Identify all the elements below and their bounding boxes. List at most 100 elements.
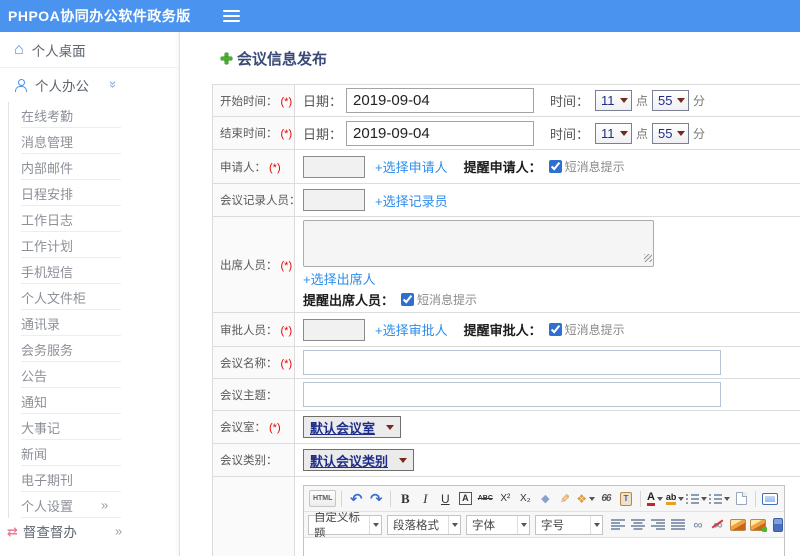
sidebar-item-supervision[interactable]: ⇄ 督查督办 » <box>0 518 179 544</box>
sidebar-item-news[interactable]: 新闻 <box>9 440 179 466</box>
align-right-button[interactable] <box>649 515 667 534</box>
sidebar-item-memorabilia[interactable]: 大事记 <box>9 414 179 440</box>
field-label: 会议名称： <box>220 357 278 370</box>
sidebar-item-notices[interactable]: 通知 <box>9 388 179 414</box>
approver-input[interactable] <box>303 318 365 341</box>
clear-format-icon[interactable]: ✎ <box>556 489 574 508</box>
meeting-name-input[interactable] <box>303 350 721 375</box>
unordered-list-button[interactable] <box>709 489 730 508</box>
end-hour-select[interactable]: 11 <box>595 122 633 144</box>
insert-image-button[interactable] <box>729 515 747 534</box>
align-justify-button[interactable] <box>669 515 687 534</box>
sidebar-item-work-log[interactable]: 工作日志 <box>9 206 179 232</box>
bold-button[interactable]: B <box>396 489 414 508</box>
remove-link-button[interactable]: ∞ <box>709 515 727 534</box>
sidebar-item-label: 个人设置 <box>21 498 74 514</box>
html-source-button[interactable]: HTML <box>309 490 337 507</box>
sidebar-item-contacts[interactable]: 通讯录 <box>9 310 179 336</box>
insert-link-button[interactable]: ∞ <box>689 515 707 534</box>
sidebar-item-personal-files[interactable]: 个人文件柜 <box>9 284 179 310</box>
sidebar-item-messages[interactable]: 消息管理 <box>9 128 179 154</box>
image-upload-icon <box>750 518 767 532</box>
meeting-category-value: 默认会议类别 <box>310 453 389 469</box>
end-minute-select[interactable]: 55 <box>652 122 690 144</box>
choose-attendees-link[interactable]: +选择出席人 <box>303 269 376 288</box>
sidebar-item-office[interactable]: 个人办公 » <box>0 68 179 102</box>
superscript-button[interactable]: X² <box>496 489 514 508</box>
new-page-button[interactable] <box>732 489 750 508</box>
upload-image-button[interactable] <box>749 515 767 534</box>
underline-button[interactable]: U <box>436 489 454 508</box>
undo-button[interactable]: ↶ <box>347 489 365 508</box>
italic-button[interactable]: I <box>416 489 434 508</box>
required-mark: (*) <box>280 357 293 370</box>
paste-button[interactable]: T <box>617 489 635 508</box>
eraser-icon[interactable]: ◆ <box>536 489 554 508</box>
sidebar-item-schedule[interactable]: 日程安排 <box>9 180 179 206</box>
sidebar-item-announcements[interactable]: 公告 <box>9 362 179 388</box>
heading-style-select[interactable]: 自定义标题 <box>308 512 382 537</box>
minute-value: 55 <box>658 125 673 141</box>
meeting-form: 开始时间：(*) 日期： 时间： 11 点 55 分 结束时间：(*) 日期： … <box>212 84 800 556</box>
time-label: 时间： <box>550 126 590 142</box>
sidebar-item-personal-settings[interactable]: 个人设置 » <box>9 492 179 518</box>
end-date-input[interactable] <box>346 120 535 146</box>
add-icon <box>220 52 233 65</box>
dropdown-arrow-icon <box>517 515 529 534</box>
meeting-room-value: 默认会议室 <box>310 420 376 436</box>
start-date-input[interactable] <box>346 88 535 113</box>
paragraph-format-select[interactable]: 段落格式 <box>387 514 461 535</box>
sidebar-item-internal-mail[interactable]: 内部邮件 <box>9 154 179 180</box>
redo-button[interactable]: ↷ <box>367 489 385 508</box>
sms-hint-label: 短消息提示 <box>564 160 625 174</box>
attendees-sms-checkbox[interactable] <box>401 293 415 306</box>
sidebar-item-e-journal[interactable]: 电子期刊 <box>9 466 179 492</box>
field-label: 开始时间： <box>220 95 278 108</box>
align-left-button[interactable] <box>609 515 627 534</box>
sidebar-item-meeting-services[interactable]: 会务服务 <box>9 336 179 362</box>
page-title: 会议信息发布 <box>220 48 800 69</box>
insert-media-button[interactable] <box>769 515 784 534</box>
meeting-room-select[interactable]: 默认会议室 <box>303 416 402 438</box>
subscript-button[interactable]: X₂ <box>516 489 534 508</box>
strikethrough-button[interactable]: ABC <box>476 489 494 508</box>
font-color-button[interactable]: A <box>646 489 664 508</box>
choose-recorder-link[interactable]: +选择记录员 <box>375 191 448 210</box>
sidebar-item-work-plan[interactable]: 工作计划 <box>9 232 179 258</box>
applicant-sms-checkbox[interactable] <box>548 160 562 173</box>
hour-unit: 点 <box>636 126 649 141</box>
approver-sms-checkbox[interactable] <box>548 323 562 336</box>
format-painter-button[interactable]: ❖ <box>576 489 596 508</box>
sidebar-item-attendance[interactable]: 在线考勤 <box>9 102 179 128</box>
start-minute-select[interactable]: 55 <box>652 90 690 111</box>
meeting-topic-input[interactable] <box>303 382 721 407</box>
row-start-time: 开始时间：(*) 日期： 时间： 11 点 55 分 <box>212 84 800 117</box>
attendees-textarea[interactable] <box>303 220 654 267</box>
font-border-button[interactable]: A <box>456 489 474 508</box>
start-hour-select[interactable]: 11 <box>595 90 633 111</box>
sidebar-item-label: 工作日志 <box>21 212 74 228</box>
editor-content-area[interactable] <box>304 538 784 556</box>
sidebar-item-sms[interactable]: 手机短信 <box>9 258 179 284</box>
sidebar-item-desktop[interactable]: ⌂ 个人桌面 <box>0 32 179 68</box>
ordered-list-button[interactable] <box>686 489 708 508</box>
meeting-category-select[interactable]: 默认会议类别 <box>303 449 415 471</box>
dropdown-arrow-icon <box>620 130 629 136</box>
remind-applicant-label: 提醒申请人： <box>463 160 542 175</box>
field-label: 出席人员： <box>220 259 278 272</box>
blockquote-button[interactable]: 66 <box>597 489 615 508</box>
applicant-input[interactable] <box>303 155 365 178</box>
choose-approver-link[interactable]: +选择审批人 <box>375 320 448 339</box>
align-center-button[interactable] <box>629 515 647 534</box>
editor-toolbar-row2: 自定义标题 段落格式 字体 字号 ∞ ∞ <box>304 512 784 538</box>
recorder-input[interactable] <box>303 189 365 211</box>
font-size-select[interactable]: 字号 <box>535 514 603 535</box>
font-family-select[interactable]: 字体 <box>466 514 530 535</box>
choose-applicant-link[interactable]: +选择申请人 <box>375 157 448 176</box>
main-content: 会议信息发布 开始时间：(*) 日期： 时间： 11 点 55 分 结束时间：(… <box>180 32 800 556</box>
sidebar-item-label: 公告 <box>21 368 48 384</box>
fullscreen-button[interactable] <box>761 489 779 508</box>
highlight-color-button[interactable]: ab <box>665 489 685 508</box>
hamburger-menu-icon[interactable] <box>222 15 240 17</box>
sidebar-item-label: 个人文件柜 <box>21 290 87 306</box>
